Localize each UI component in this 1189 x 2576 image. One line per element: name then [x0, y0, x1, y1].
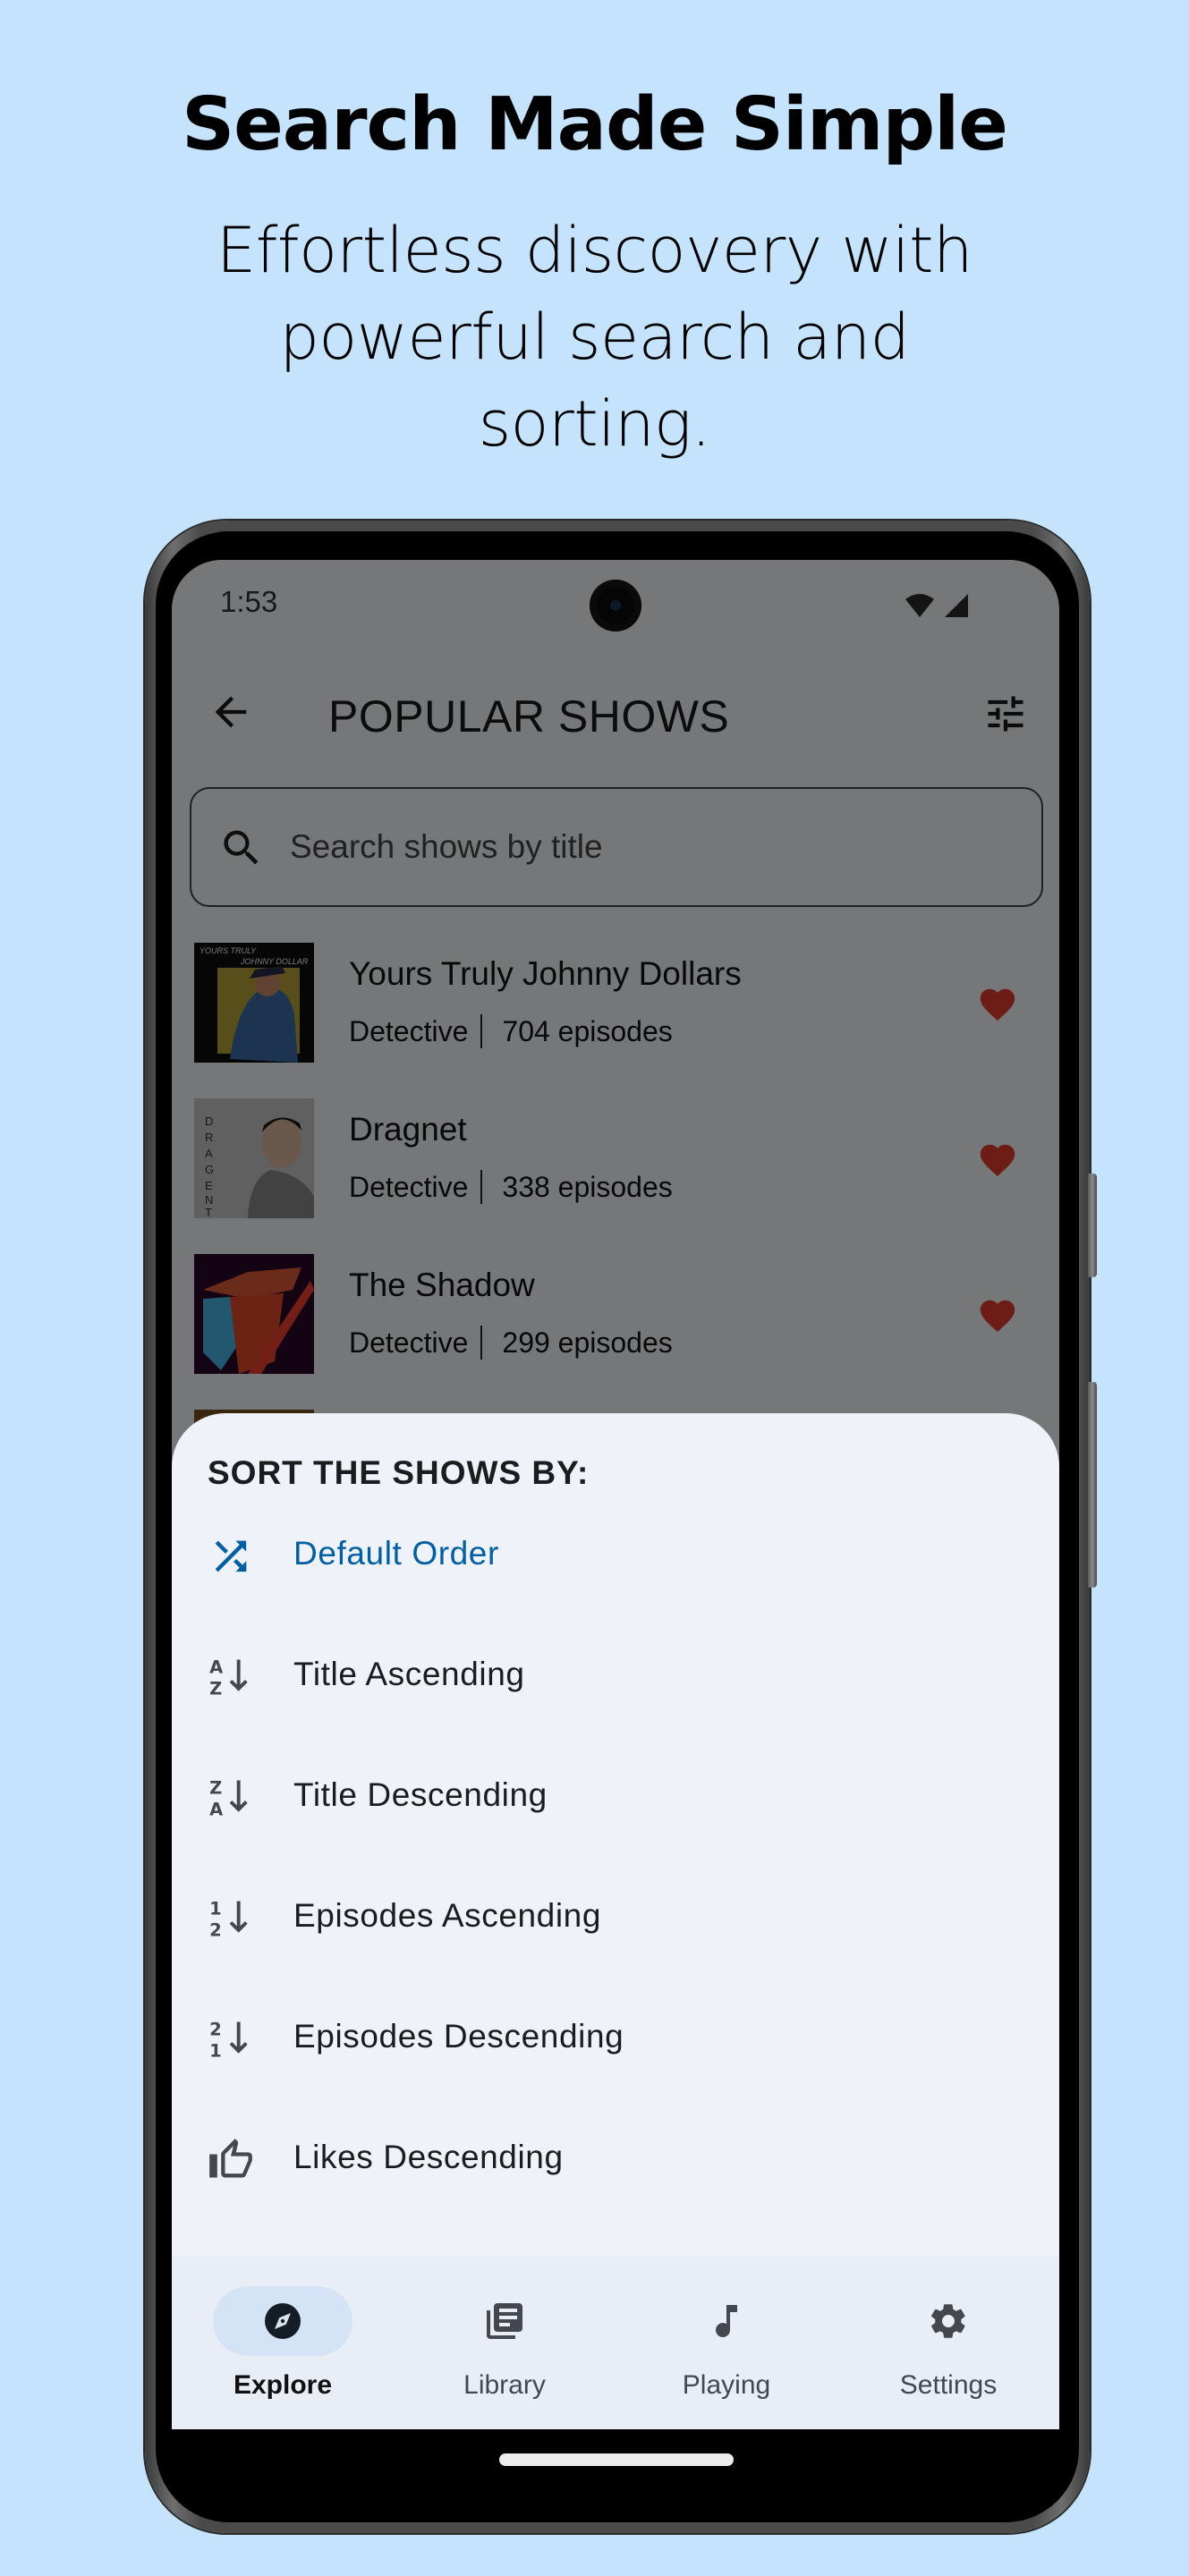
sort-option-label: Title Descending: [293, 1776, 548, 1813]
nav-label: Settings: [899, 2370, 998, 2400]
compass-icon: [265, 2303, 301, 2339]
nav-label: Library: [463, 2370, 546, 2400]
phone-power-button: [1088, 1174, 1097, 1277]
sort-option-label: Likes Descending: [293, 2139, 564, 2175]
sort-21-icon: 2 1: [209, 2020, 248, 2062]
nav-item-library[interactable]: Library: [394, 2256, 616, 2429]
gear-icon: [931, 2304, 965, 2338]
sort-option-default-order[interactable]: Default Order: [172, 1494, 1059, 1614]
promo-headline: Search Made Simple: [182, 82, 1008, 167]
music-note-icon: [716, 2305, 737, 2337]
sort-za-icon: Z A: [209, 1778, 248, 1820]
svg-text:1: 1: [209, 2041, 222, 2062]
svg-text:A: A: [209, 1800, 223, 1820]
home-gesture-handle[interactable]: [499, 2453, 734, 2466]
sort-az-icon: A Z: [209, 1657, 248, 1699]
sort-option-title-descending[interactable]: Z A Title Descending: [172, 1735, 1059, 1856]
svg-text:2: 2: [209, 1920, 222, 1941]
svg-text:2: 2: [209, 2020, 222, 2040]
bottom-navigation-bar: Explore Library Playing Settings: [172, 2256, 1059, 2429]
phone-volume-button: [1088, 1382, 1097, 1588]
nav-label: Explore: [233, 2370, 333, 2400]
shuffle-icon: [215, 1540, 247, 1572]
promo-subhead: Effortless discovery with powerful searc…: [217, 214, 972, 461]
nav-item-playing[interactable]: Playing: [616, 2256, 837, 2429]
sort-option-episodes-ascending[interactable]: 1 2 Episodes Ascending: [172, 1856, 1059, 1977]
nav-label: Playing: [682, 2370, 771, 2400]
nav-item-explore[interactable]: Explore: [172, 2256, 394, 2429]
library-icon: [487, 2303, 522, 2339]
sheet-title: SORT THE SHOWS BY:: [208, 1454, 590, 1491]
phone-screen: 1:53 POPULAR SHOWS YOURS TRULY JOHNNY DO…: [172, 560, 1059, 2429]
sort-12-icon: 1 2: [209, 1899, 248, 1941]
sort-option-label: Episodes Descending: [293, 2018, 624, 2055]
nav-item-settings[interactable]: Settings: [837, 2256, 1059, 2429]
svg-text:Z: Z: [209, 1778, 222, 1799]
svg-text:Z: Z: [209, 1679, 222, 1699]
svg-text:A: A: [209, 1657, 223, 1678]
sort-option-label: Default Order: [293, 1535, 499, 1572]
sort-option-label: Title Ascending: [293, 1656, 525, 1692]
sort-option-label: Episodes Ascending: [293, 1897, 602, 1934]
thumb-up-icon: [209, 2139, 252, 2178]
svg-text:1: 1: [209, 1899, 222, 1919]
sort-option-likes-descending[interactable]: Likes Descending: [172, 2097, 1059, 2218]
sort-option-title-ascending[interactable]: A Z Title Ascending: [172, 1614, 1059, 1735]
sort-option-episodes-descending[interactable]: 2 1 Episodes Descending: [172, 1977, 1059, 2097]
